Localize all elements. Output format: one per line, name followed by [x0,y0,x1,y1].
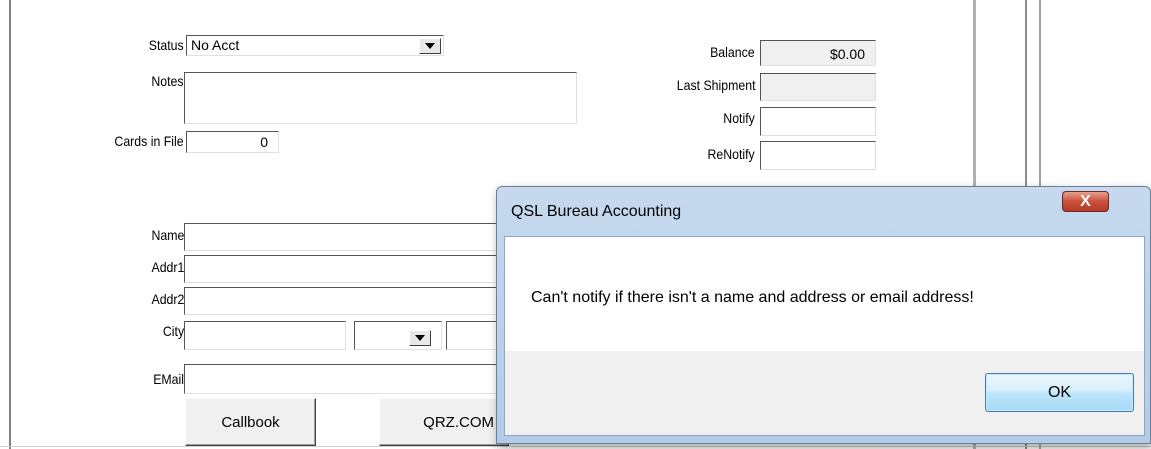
status-dropdown-button[interactable] [419,38,441,54]
qrz-button[interactable]: QRZ.COM [379,398,509,446]
name-label: Name [151,227,184,243]
renotify-field[interactable] [760,141,876,170]
name-field[interactable] [184,223,504,251]
cards-in-file-field[interactable]: 0 [186,131,279,153]
window-left-edge [9,0,11,449]
chevron-down-icon [425,43,435,49]
message-dialog: QSL Bureau Accounting X Can't notify if … [496,186,1151,444]
dialog-body: Can't notify if there isn't a name and a… [504,236,1145,436]
renotify-label: ReNotify [707,146,755,162]
balance-field: $0.00 [760,40,876,66]
last-shipment-label: Last Shipment [676,77,755,93]
email-field[interactable] [184,364,504,394]
addr1-field[interactable] [184,255,504,283]
bottom-edge [0,446,1151,447]
state-dropdown-button[interactable] [409,330,431,346]
chevron-down-icon [415,335,425,341]
email-label: EMail [153,371,184,387]
city-field[interactable] [184,321,346,350]
cards-in-file-label: Cards in File [114,133,184,149]
addr1-label: Addr1 [151,259,184,275]
dialog-message: Can't notify if there isn't a name and a… [531,289,974,306]
callbook-button[interactable]: Callbook [185,398,316,446]
dialog-close-button[interactable]: X [1062,191,1109,212]
addr2-label: Addr2 [151,291,184,307]
status-label: Status [149,37,184,53]
notify-field[interactable] [760,107,876,136]
notify-label: Notify [723,110,755,126]
notes-label: Notes [151,73,184,89]
city-label: City [162,323,184,339]
balance-label: Balance [710,44,755,60]
dialog-title: QSL Bureau Accounting [511,203,682,220]
last-shipment-field [760,73,876,101]
close-icon: X [1080,192,1091,210]
notes-field[interactable] [184,72,577,124]
ok-button[interactable]: OK [985,373,1134,412]
status-value: No Acct [191,37,240,53]
addr2-field[interactable] [184,287,504,315]
status-combo[interactable]: No Acct [186,35,444,56]
